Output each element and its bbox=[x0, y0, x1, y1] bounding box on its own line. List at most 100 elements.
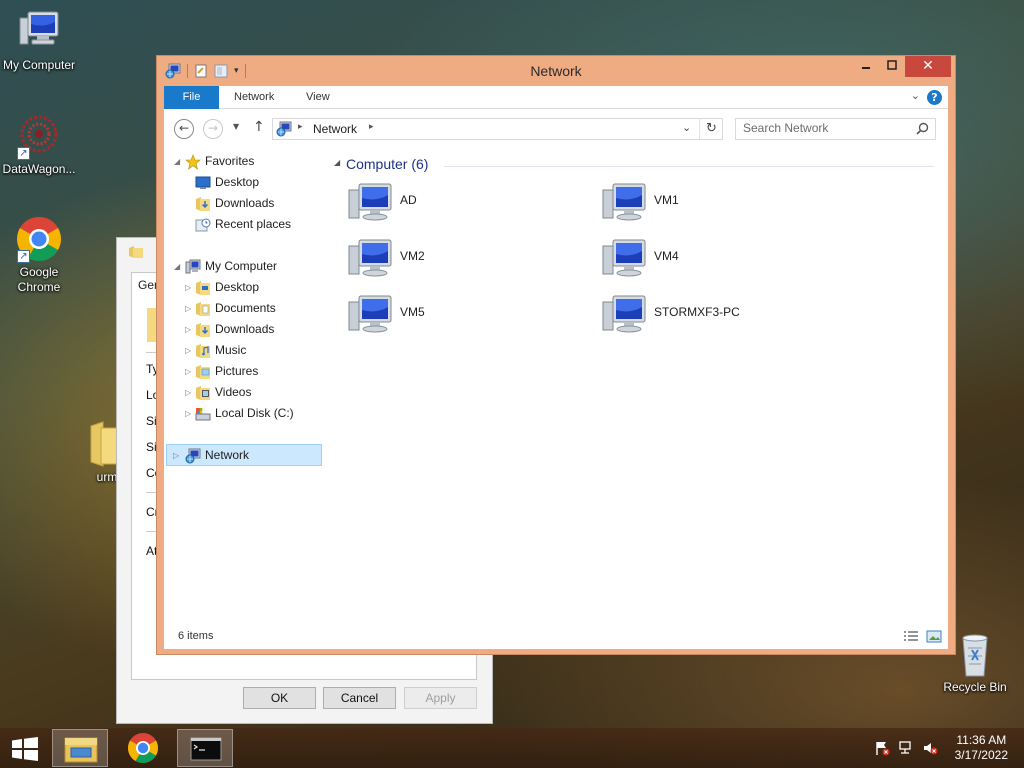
status-bar: 6 items bbox=[164, 626, 948, 648]
title-bar[interactable]: ▾ Network ✕ bbox=[157, 56, 955, 86]
computer-icon bbox=[600, 180, 648, 228]
file-explorer-icon bbox=[64, 737, 98, 763]
expand-chevron-right-icon[interactable]: ▷ bbox=[185, 382, 191, 403]
expand-chevron-right-icon[interactable]: ▷ bbox=[185, 319, 191, 340]
computer-name: VM5 bbox=[400, 305, 425, 319]
expand-chevron-right-icon[interactable]: ▷ bbox=[185, 340, 191, 361]
nav-item-recent-places[interactable]: Recent places bbox=[195, 214, 325, 235]
expand-chevron-right-icon[interactable]: ▷ bbox=[173, 445, 179, 466]
desktop-icon-google-chrome[interactable]: ↗ Google Chrome bbox=[0, 215, 82, 295]
computer-name: AD bbox=[400, 193, 417, 207]
action-center-flag-icon[interactable] bbox=[874, 740, 890, 756]
nav-item-label: Recent places bbox=[215, 217, 292, 231]
network-status-icon[interactable] bbox=[898, 740, 914, 756]
volume-muted-icon[interactable] bbox=[922, 740, 938, 756]
search-icon[interactable] bbox=[916, 122, 929, 138]
downloads-folder-icon bbox=[195, 196, 211, 212]
group-header-computer[interactable]: Computer (6) bbox=[346, 156, 428, 172]
taskbar-google-chrome[interactable] bbox=[115, 729, 171, 767]
back-button[interactable]: ← bbox=[174, 119, 194, 139]
apply-button[interactable]: Apply bbox=[404, 687, 477, 709]
help-icon[interactable]: ? bbox=[927, 90, 942, 105]
refresh-icon[interactable]: ↻ bbox=[706, 121, 717, 136]
recent-locations-chevron-down-icon[interactable]: ▼ bbox=[233, 122, 239, 131]
address-history-chevron-down-icon[interactable]: ⌄ bbox=[682, 121, 691, 134]
nav-item-label: Music bbox=[215, 343, 247, 357]
network-icon bbox=[185, 448, 201, 464]
clock-date: 3/17/2022 bbox=[954, 748, 1008, 762]
computer-name: VM1 bbox=[654, 193, 679, 207]
tab-file[interactable]: File bbox=[164, 86, 219, 109]
nav-item-label: Network bbox=[205, 448, 250, 462]
computer-tile-ad[interactable]: AD bbox=[346, 180, 586, 228]
computer-tile-vm4[interactable]: VM4 bbox=[600, 236, 840, 284]
expand-chevron-right-icon[interactable]: ▷ bbox=[185, 298, 191, 319]
nav-item-videos[interactable]: Videos bbox=[195, 382, 325, 403]
start-button[interactable] bbox=[10, 737, 40, 761]
nav-item-pictures[interactable]: Pictures bbox=[195, 361, 325, 382]
nav-item-my-computer[interactable]: My Computer bbox=[185, 256, 325, 277]
computer-name: VM4 bbox=[654, 249, 679, 263]
my-computer-expand-icon[interactable]: ◢ bbox=[174, 256, 180, 277]
nav-item-music[interactable]: Music bbox=[195, 340, 325, 361]
maximize-button[interactable] bbox=[879, 56, 905, 77]
taskbar-file-explorer[interactable] bbox=[52, 729, 108, 767]
chrome-icon bbox=[127, 733, 159, 764]
arrow-right-icon: → bbox=[207, 121, 219, 135]
breadcrumb-chevron-right-icon[interactable]: ▸ bbox=[369, 122, 374, 132]
divider bbox=[444, 166, 934, 167]
group-collapse-icon[interactable]: ◢ bbox=[334, 158, 340, 167]
computer-tile-stormxf3-pc[interactable]: STORMXF3-PC bbox=[600, 292, 840, 340]
nav-item-label: Favorites bbox=[205, 154, 255, 168]
search-input[interactable] bbox=[743, 121, 913, 135]
navigation-bar: ← → ▼ ↑ ▸ Network ▸ ⌄ ↻ bbox=[164, 110, 948, 148]
desktop-folder-icon bbox=[195, 280, 211, 296]
nav-item-desktop[interactable]: Desktop bbox=[195, 277, 325, 298]
forward-button[interactable]: → bbox=[203, 119, 223, 139]
minimize-button[interactable] bbox=[853, 56, 879, 77]
computer-tile-vm1[interactable]: VM1 bbox=[600, 180, 840, 228]
search-box[interactable] bbox=[735, 118, 936, 140]
large-icons-view-icon[interactable] bbox=[926, 630, 942, 643]
nav-item-label: Desktop bbox=[215, 280, 260, 294]
explorer-window[interactable]: ▾ Network ✕ File Network View ⌄ ? ← → ▼ … bbox=[156, 55, 956, 655]
computer-tile-vm2[interactable]: VM2 bbox=[346, 236, 586, 284]
shortcut-arrow-icon: ↗ bbox=[17, 147, 30, 160]
ok-button[interactable]: OK bbox=[243, 687, 316, 709]
tab-network[interactable]: Network bbox=[234, 86, 274, 109]
cancel-button[interactable]: Cancel bbox=[323, 687, 396, 709]
arrow-left-icon: ← bbox=[178, 121, 190, 135]
desktop-icon-my-computer[interactable]: My Computer bbox=[0, 8, 82, 73]
breadcrumb-chevron-right-icon[interactable]: ▸ bbox=[298, 122, 303, 132]
datawagon-icon: ↗ bbox=[15, 112, 63, 160]
expand-ribbon-chevron-down-icon[interactable]: ⌄ bbox=[911, 89, 920, 102]
computer-tile-vm5[interactable]: VM5 bbox=[346, 292, 586, 340]
expand-chevron-right-icon[interactable]: ▷ bbox=[185, 403, 191, 424]
nav-item-favorites[interactable]: Favorites bbox=[185, 151, 325, 172]
desktop-icon-datawagon[interactable]: ↗ DataWagon... bbox=[0, 112, 82, 177]
nav-item-favorites-downloads[interactable]: Downloads bbox=[195, 193, 325, 214]
nav-item-documents[interactable]: Documents bbox=[195, 298, 325, 319]
expand-chevron-right-icon[interactable]: ▷ bbox=[185, 361, 191, 382]
nav-item-downloads[interactable]: Downloads bbox=[195, 319, 325, 340]
windows-logo-icon bbox=[12, 737, 38, 761]
computer-icon bbox=[346, 236, 394, 284]
close-button[interactable]: ✕ bbox=[905, 56, 951, 77]
taskbar-command-prompt[interactable] bbox=[177, 729, 233, 767]
command-prompt-icon bbox=[190, 737, 222, 761]
system-clock[interactable]: 11:36 AM 3/17/2022 bbox=[955, 733, 1008, 763]
my-computer-icon bbox=[185, 259, 201, 275]
details-view-icon[interactable] bbox=[903, 630, 919, 643]
nav-item-favorites-desktop[interactable]: Desktop bbox=[195, 172, 325, 193]
up-arrow-icon[interactable]: ↑ bbox=[253, 119, 265, 135]
expand-chevron-right-icon[interactable]: ▷ bbox=[185, 277, 191, 298]
nav-item-label: Videos bbox=[215, 385, 252, 399]
nav-item-local-disk-c[interactable]: Local Disk (C:) bbox=[195, 403, 325, 424]
recycle-bin-icon bbox=[951, 630, 999, 678]
breadcrumb-network[interactable]: Network bbox=[313, 122, 357, 136]
tab-view[interactable]: View bbox=[306, 86, 330, 109]
network-icon bbox=[276, 121, 292, 137]
address-bar[interactable]: ▸ Network ▸ ⌄ ↻ bbox=[272, 118, 723, 140]
nav-item-network[interactable]: ▷ Network bbox=[166, 444, 322, 466]
favorites-expand-icon[interactable]: ◢ bbox=[174, 151, 180, 172]
